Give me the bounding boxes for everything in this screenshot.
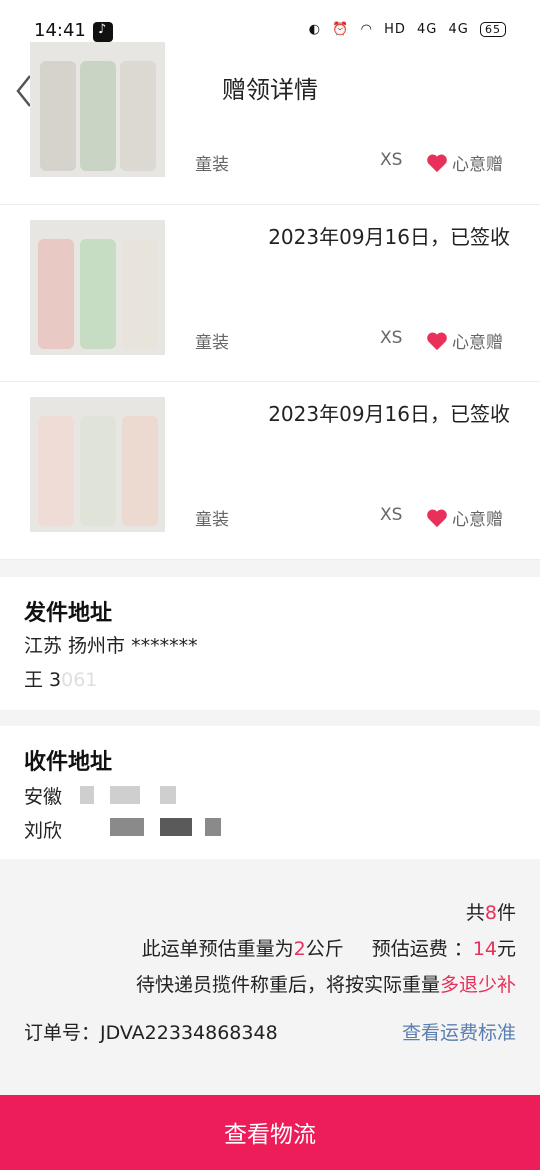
receiver-line-2: 刘欣 [24, 820, 63, 842]
item-tag-label: 心意赠 [452, 333, 503, 353]
heart-icon [427, 332, 447, 350]
view-logistics-button[interactable]: 查看物流 [0, 1095, 540, 1170]
item-tag-label: 心意赠 [452, 510, 503, 530]
sender-line-1: 江苏 扬州市 ******* [24, 635, 198, 657]
redacted-area [110, 786, 140, 804]
weight-and-fee: 此运单预估重量为2公斤 预估运费 ：14元 [141, 938, 516, 960]
item-size: XS [380, 150, 403, 170]
gift-item-1[interactable]: 童装 XS 心意赠 [0, 42, 540, 205]
sender-title: 发件地址 [24, 601, 113, 626]
product-thumbnail [30, 220, 165, 355]
gift-item-2[interactable]: 2023年09月16日，已签收 童装 XS 心意赠 [0, 205, 540, 382]
gift-item-3[interactable]: 2023年09月16日，已签收 童装 XS 心意赠 [0, 382, 540, 560]
item-tag: 心意赠 [426, 505, 503, 530]
receiver-title: 收件地址 [24, 750, 113, 775]
wifi-icon: ◠ [360, 22, 373, 37]
item-size: XS [380, 328, 403, 348]
redacted-area [80, 786, 94, 804]
alarm-icon: ⏰ [332, 22, 350, 37]
product-thumbnail [30, 42, 165, 177]
battery-icon: 65 [480, 22, 506, 37]
redacted-area [205, 818, 221, 836]
sender-address: 发件地址 江苏 扬州市 ******* 王 3061 [0, 577, 540, 710]
tiktok-notification-icon [93, 22, 113, 42]
item-category: 童装 [195, 155, 229, 175]
receiver-line-1: 安徽 [24, 786, 63, 808]
redacted-area [60, 665, 150, 691]
item-date: 2023年09月16日，已签收 [268, 402, 510, 426]
receiver-address: 收件地址 安徽 刘欣 [0, 726, 540, 859]
item-size: XS [380, 505, 403, 525]
item-tag: 心意赠 [426, 150, 503, 175]
weight-note: 待快递员揽件称重后，将按实际重量多退少补 [135, 974, 516, 996]
item-category: 童装 [195, 510, 229, 530]
product-thumbnail [30, 397, 165, 532]
status-icons: ◐ ⏰ ◠ HD 4G 4G 65 [303, 22, 506, 37]
signal-4g-2: 4G [448, 22, 469, 37]
item-date: 2023年09月16日，已签收 [268, 225, 510, 249]
item-count: 共8件 [465, 902, 516, 924]
item-tag: 心意赠 [426, 328, 503, 353]
dnd-icon: ◐ [308, 22, 322, 37]
order-number: 订单号：JDVA22334868348 [24, 1022, 278, 1044]
heart-icon [427, 509, 447, 527]
redacted-area [160, 818, 192, 836]
item-tag-label: 心意赠 [452, 155, 503, 175]
heart-icon [427, 154, 447, 172]
fee-standard-link[interactable]: 查看运费标准 [402, 1018, 516, 1045]
redacted-area [110, 818, 144, 836]
shipping-summary: 共8件 此运单预估重量为2公斤 预估运费 ：14元 待快递员揽件称重后，将按实际… [0, 880, 540, 1080]
network-label: HD [384, 22, 406, 37]
status-time: 14:41 [34, 20, 86, 41]
signal-4g-1: 4G [417, 22, 438, 37]
redacted-area [160, 786, 176, 804]
item-category: 童装 [195, 333, 229, 353]
